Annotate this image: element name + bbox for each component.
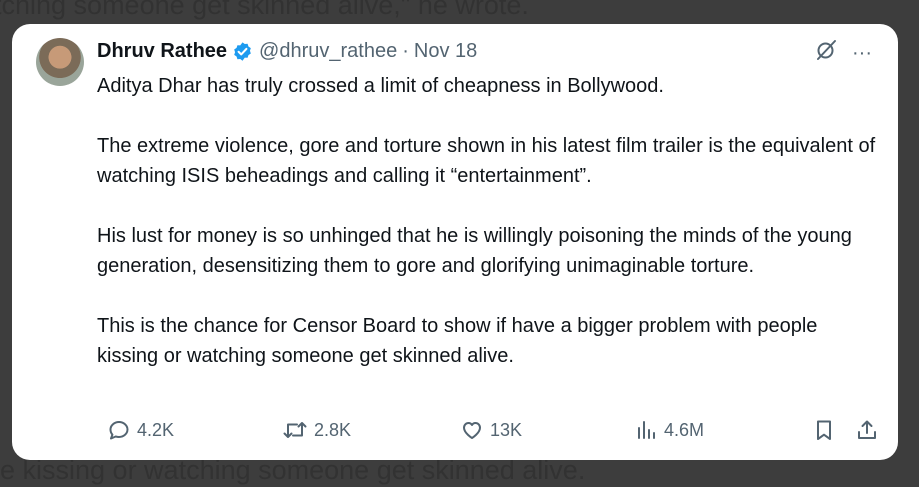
views-count: 4.6M bbox=[664, 419, 705, 440]
avatar[interactable] bbox=[36, 38, 84, 86]
repost-button[interactable]: 2.8K bbox=[282, 418, 351, 442]
tweet-action-bar: 4.2K 2.8K 13K 4.6M bbox=[97, 418, 876, 444]
tweet-paragraph: The extreme violence, gore and torture s… bbox=[97, 135, 876, 187]
views-chart-icon bbox=[634, 418, 658, 442]
tweet-text: Aditya Dhar has truly crossed a limit of… bbox=[97, 71, 877, 401]
author-handle[interactable]: @dhruv_rathee bbox=[259, 40, 397, 63]
reply-button[interactable]: 4.2K bbox=[107, 418, 174, 442]
share-icon bbox=[855, 418, 879, 442]
reply-count: 4.2K bbox=[137, 419, 175, 440]
tweet-paragraph: His lust for money is so unhinged that h… bbox=[97, 225, 852, 277]
tweet-paragraph: This is the chance for Censor Board to s… bbox=[97, 315, 818, 367]
tweet-card[interactable]: Dhruv Rathee @dhruv_rathee · Nov 18 ··· … bbox=[12, 24, 898, 460]
grok-icon[interactable] bbox=[814, 38, 838, 68]
verified-badge-icon bbox=[232, 41, 253, 62]
tweet-paragraph: Aditya Dhar has truly crossed a limit of… bbox=[97, 75, 664, 97]
views-button[interactable]: 4.6M bbox=[634, 418, 704, 442]
reply-icon bbox=[107, 418, 131, 442]
background-article-text-top: tching someone get skinned alive," he wr… bbox=[0, 0, 529, 20]
like-button[interactable]: 13K bbox=[460, 418, 522, 442]
repost-icon bbox=[282, 418, 308, 442]
author-name[interactable]: Dhruv Rathee bbox=[97, 40, 227, 63]
share-button[interactable] bbox=[855, 418, 879, 442]
repost-count: 2.8K bbox=[314, 419, 352, 440]
heart-icon bbox=[460, 418, 484, 442]
separator-dot: · bbox=[402, 39, 409, 62]
bookmark-button[interactable] bbox=[812, 418, 836, 442]
more-icon[interactable]: ··· bbox=[852, 42, 872, 65]
tweet-date[interactable]: Nov 18 bbox=[414, 40, 477, 63]
bookmark-icon bbox=[812, 418, 836, 442]
tweet-header: Dhruv Rathee @dhruv_rathee · Nov 18 bbox=[97, 38, 477, 64]
like-count: 13K bbox=[490, 419, 523, 440]
tweet-top-actions: ··· bbox=[814, 38, 872, 68]
